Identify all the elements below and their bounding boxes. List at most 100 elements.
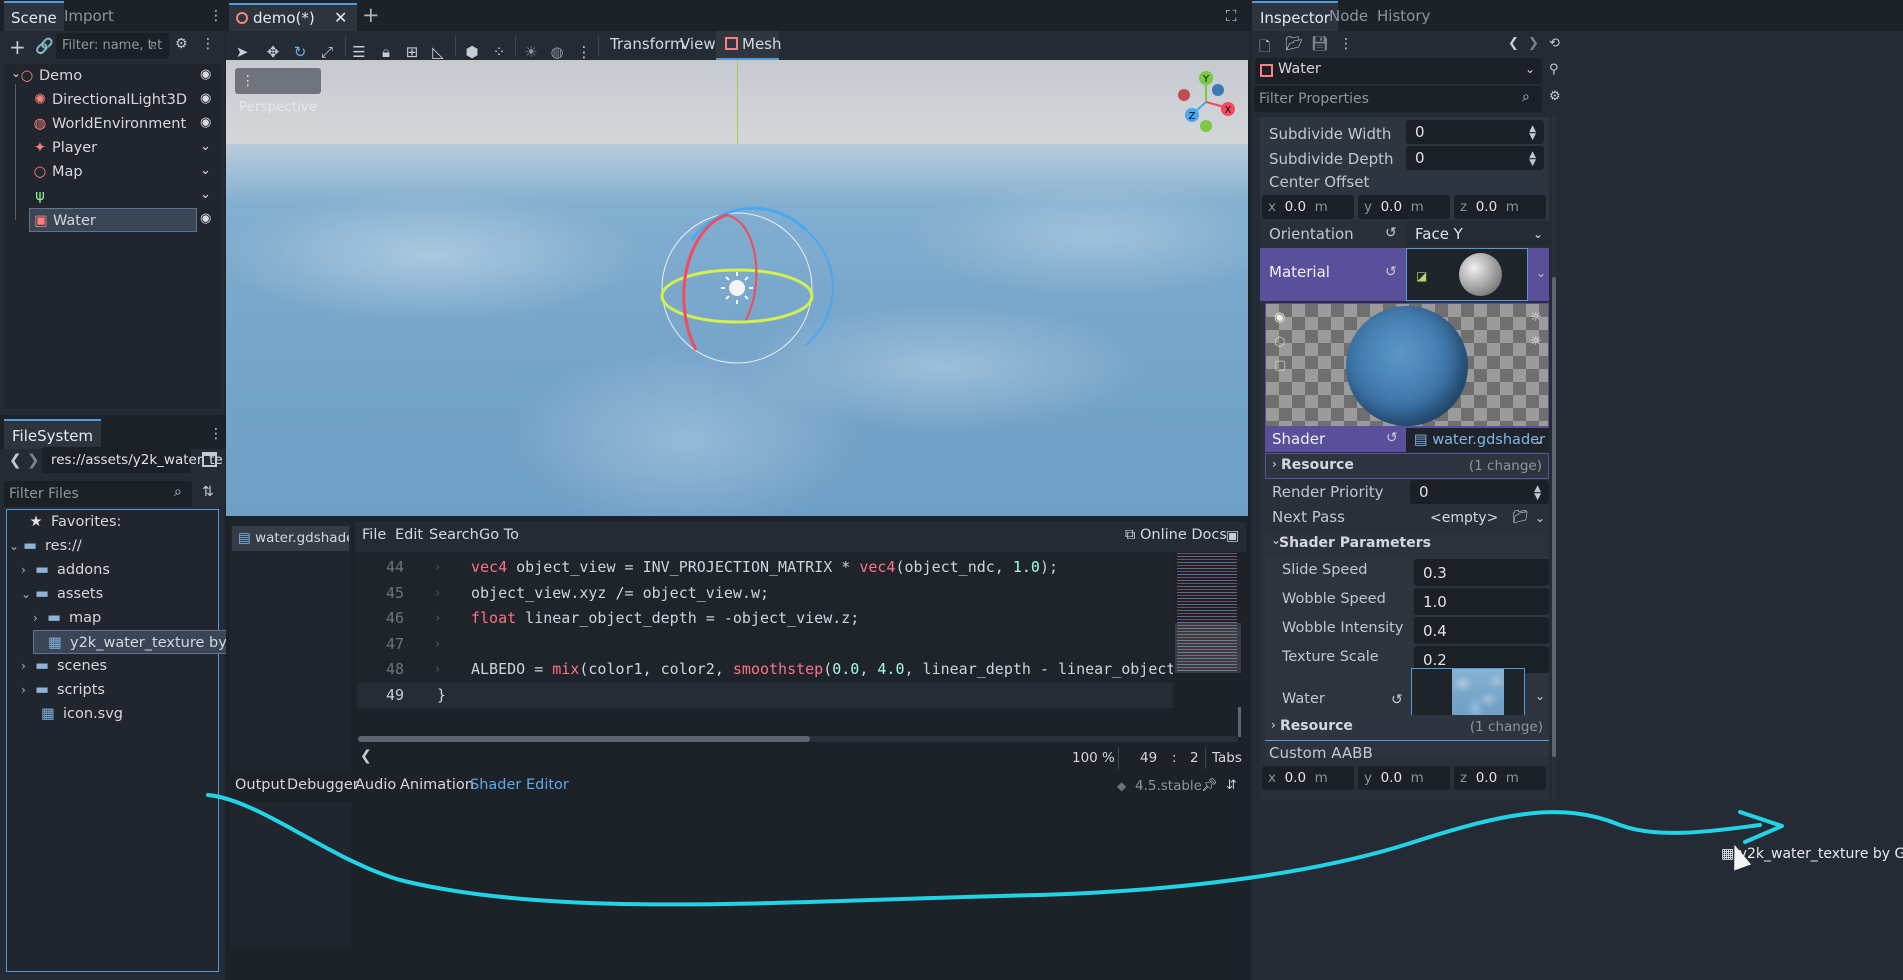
visibility-icon[interactable]: ⌄ (200, 139, 211, 154)
view-gizmo[interactable]: Y X Z (1170, 68, 1242, 134)
new-resource-icon[interactable]: 🗋 (1259, 36, 1270, 60)
tab-filesystem[interactable]: FileSystem (4, 419, 102, 449)
code-editor[interactable]: 44 › vec4 object_view = INV_PROJECTION_MAT… (357, 553, 1173, 709)
wobble-speed-field[interactable]: 1.0 (1414, 588, 1549, 615)
scene-node-map[interactable]: ○ Map (29, 160, 197, 184)
wobble-intensity-field[interactable]: 0.4 (1414, 617, 1549, 644)
custom-aabb-z[interactable]: z 0.0 m (1454, 766, 1546, 790)
visibility-icon[interactable]: ⌄ (200, 187, 211, 202)
chevron-down-icon[interactable]: ⌄ (11, 66, 21, 80)
expand-panel-icon[interactable]: ⇵ (1226, 778, 1237, 793)
revert-icon[interactable]: ↺ (1385, 264, 1397, 280)
scene-node-water[interactable]: ▣ Water (29, 208, 197, 232)
subdivide-width-field[interactable]: 0 ▲ ▼ (1406, 120, 1544, 144)
debugger-tab[interactable]: Debugger (287, 777, 359, 793)
zoom-label[interactable]: 100 % (1072, 750, 1115, 766)
inspector-options-icon[interactable]: ⚙ (1549, 89, 1561, 104)
dock-menu-icon[interactable]: ⋮ (209, 426, 223, 442)
quad-shape-icon[interactable]: ▢ (1274, 358, 1286, 373)
lock-icon[interactable]: 🔒︎ (377, 43, 395, 61)
collapse-arrow-icon[interactable]: ❮ (360, 748, 372, 764)
object-selector[interactable]: Water ⌄ (1255, 58, 1542, 84)
vertical-scrollbar[interactable] (1238, 707, 1241, 737)
link-icon[interactable]: 🔗 (35, 37, 54, 55)
add-tab-icon[interactable]: + (362, 3, 380, 27)
chevron-down-icon[interactable]: ⌄ (21, 582, 33, 606)
more-options-icon[interactable]: ⋮ (575, 43, 593, 61)
chevron-right-icon[interactable]: › (21, 558, 33, 582)
visibility-icon[interactable]: ◉ (200, 91, 211, 106)
tab-history[interactable]: History (1369, 1, 1438, 31)
chevron-down-icon[interactable]: ⌄ (9, 534, 21, 558)
inspector-scrollbar[interactable] (1552, 117, 1556, 800)
group-icon[interactable]: ⊞ (403, 43, 421, 61)
history-back-icon[interactable]: ❮ (1508, 36, 1519, 51)
subdivide-depth-field[interactable]: 0 ▲ ▼ (1406, 146, 1544, 170)
save-resource-icon[interactable]: 💾︎ (1311, 36, 1329, 52)
path-field[interactable]: res://assets/y2k_water_te (42, 447, 223, 473)
property-filter-input[interactable]: Filter Properties (1254, 86, 1542, 112)
center-offset-x[interactable]: x 0.0 m (1262, 195, 1354, 219)
shader-file-item[interactable]: ▤ water.gdshader... (232, 526, 349, 551)
environment-toggle-icon[interactable]: ◍ (548, 43, 566, 61)
file-item[interactable]: › ▬ addons (21, 558, 110, 582)
visibility-icon[interactable]: ◉ (200, 115, 211, 130)
file-item[interactable]: ⌄ ▬ res:// (9, 534, 82, 558)
tab-import[interactable]: Import (56, 1, 122, 31)
custom-aabb-y[interactable]: y 0.0 m (1358, 766, 1450, 790)
visibility-icon[interactable]: ◉ (200, 67, 211, 82)
orientation-dropdown[interactable]: Face Y ⌄ (1406, 221, 1549, 247)
select-tool-icon[interactable]: ➤ (233, 43, 251, 61)
goto-menu[interactable]: Go To (479, 527, 519, 543)
sun-toggle-icon[interactable]: ☀ (522, 43, 540, 61)
scale-tool-icon[interactable]: ⤢ (318, 43, 336, 61)
box-shape-icon[interactable]: ⬡ (1274, 335, 1285, 350)
scene-node-simplegrasstextured[interactable]: ψSimpleGrassTextured (29, 184, 197, 228)
history-forward-icon[interactable]: ❯ (1528, 36, 1539, 51)
more-menu-icon[interactable]: ⋮ (1339, 36, 1353, 52)
code-line[interactable]: object_view.xyz /= object_view.w; (471, 581, 769, 606)
chevron-right-icon[interactable]: › (21, 678, 33, 702)
chevron-right-icon[interactable]: › (21, 654, 33, 678)
resource-section-2[interactable]: › Resource (1 change) (1265, 715, 1549, 741)
back-icon[interactable]: ❮ (9, 451, 22, 469)
revert-icon[interactable]: ↺ (1385, 225, 1397, 241)
tab-node[interactable]: Node (1321, 1, 1376, 31)
list-select-icon[interactable]: ☰ (350, 43, 368, 61)
mesh-menu[interactable]: Mesh (716, 31, 782, 60)
open-resource-icon[interactable]: 📂︎ (1285, 36, 1303, 52)
file-item[interactable]: › ▬ scripts (21, 678, 105, 702)
3d-viewport[interactable]: ⋮ Perspective Y X Z (226, 60, 1248, 516)
shader-slot[interactable]: ▤ water.gdshader ⌄ (1406, 428, 1549, 452)
center-offset-y[interactable]: y 0.0 m (1358, 195, 1450, 219)
file-item[interactable]: › ▬ scenes (21, 654, 107, 678)
scene-node-player[interactable]: ✦ Player (29, 136, 197, 160)
indent-mode[interactable]: Tabs (1212, 750, 1242, 766)
light2-toggle-icon[interactable]: ☼ (1530, 334, 1542, 349)
revert-icon[interactable]: ↺ (1391, 692, 1403, 708)
rotate-tool-icon[interactable]: ↻ (291, 43, 309, 61)
light1-toggle-icon[interactable]: ☼ (1530, 310, 1542, 325)
material-slot[interactable]: ◪ (1406, 248, 1528, 301)
tab-scene-demo[interactable]: demo(*) ✕ (229, 3, 357, 31)
audio-tab[interactable]: Audio (355, 777, 396, 793)
chevron-right-icon[interactable]: › (33, 606, 45, 630)
slide-speed-field[interactable]: 0.3 (1414, 559, 1549, 586)
scene-node-demo[interactable]: ○ Demo (7, 64, 217, 88)
shader-parameters-section[interactable]: ⌄ Shader Parameters (1265, 531, 1549, 557)
shader-editor-tab[interactable]: Shader Editor (470, 777, 569, 793)
instance-scene-icon[interactable]: ⚙ (175, 36, 188, 52)
next-pass-slot[interactable]: <empty> 📁︎ ⌄ (1410, 505, 1549, 531)
custom-aabb-x[interactable]: x 0.0 m (1262, 766, 1354, 790)
snap-icon[interactable]: ⬢ (463, 43, 481, 61)
view-menu[interactable]: View (680, 35, 716, 53)
visibility-icon[interactable]: ⌄ (200, 163, 211, 178)
dock-menu-icon[interactable]: ⋮ (209, 8, 223, 24)
file-item[interactable]: ⌄ ▬ assets (21, 582, 103, 606)
forward-icon[interactable]: ❯ (27, 451, 40, 469)
sphere-shape-icon[interactable]: ◉ (1274, 310, 1285, 325)
code-line[interactable]: float linear_object_depth = -object_view… (471, 606, 859, 631)
local-space-icon[interactable]: ⁘ (490, 43, 508, 61)
scene-node-directionallight3d[interactable]: ✺ DirectionalLight3D (29, 88, 197, 112)
revert-icon[interactable]: ↺ (1386, 430, 1398, 446)
